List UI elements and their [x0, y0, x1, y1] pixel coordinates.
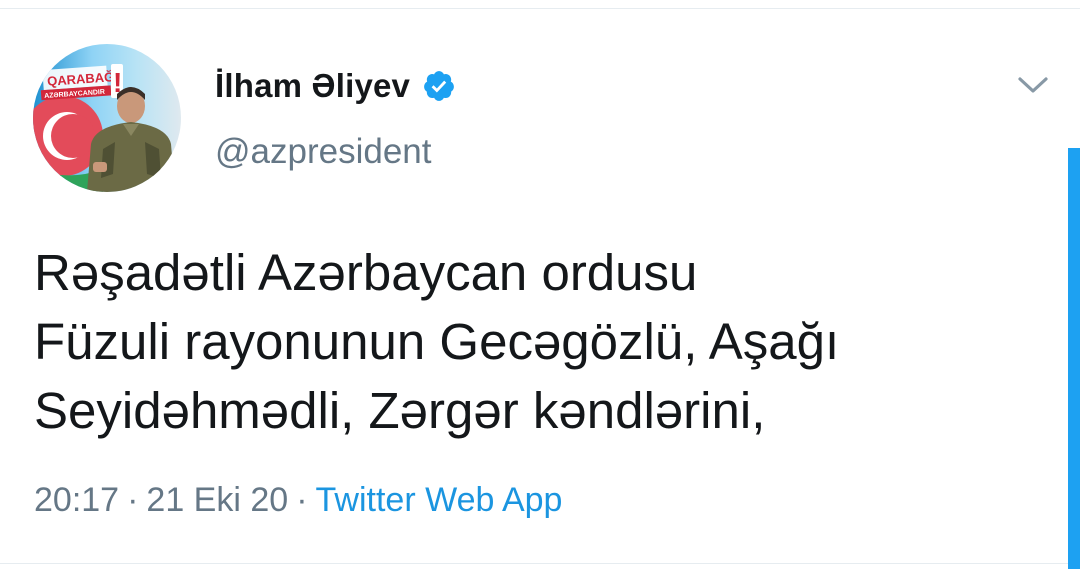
tweet-time[interactable]: 20:17: [34, 481, 119, 519]
tweet-text-line: Seyidəhmədli, Zərgər kəndlərini,: [34, 382, 766, 439]
tweet-date[interactable]: 21 Eki 20: [146, 481, 288, 519]
top-divider: [0, 8, 1080, 9]
meta-separator: ·: [296, 481, 308, 519]
tweet-text-line: Rəşadətli Azərbaycan ordusu: [34, 244, 698, 301]
author-name-row: İlham Əliyev: [215, 64, 456, 108]
author-display-name[interactable]: İlham Əliyev: [215, 67, 410, 105]
verified-badge-icon: [424, 71, 454, 101]
avatar-image: QARABAĞ AZƏRBAYCANDIR !: [33, 64, 175, 192]
author-handle[interactable]: @azpresident: [215, 132, 431, 172]
author-avatar[interactable]: QARABAĞ AZƏRBAYCANDIR !: [33, 44, 181, 192]
tweet-meta: 20:17 · 21 Eki 20 · Twitter Web App: [34, 481, 562, 520]
tweet-text-line: Füzuli rayonunun Gecəgözlü, Aşağı: [34, 313, 840, 370]
chevron-down-icon[interactable]: [1013, 68, 1053, 102]
tweet-text: Rəşadətli Azərbaycan ordusu Füzuli rayon…: [34, 238, 1034, 445]
tweet-screen: QARABAĞ AZƏRBAYCANDIR ! İlham Əliyev @az…: [0, 0, 1080, 569]
bottom-divider: [0, 563, 1080, 564]
tweet-source-link[interactable]: Twitter Web App: [316, 481, 563, 519]
meta-separator: ·: [127, 481, 139, 519]
scrollbar-thumb[interactable]: [1068, 148, 1080, 569]
